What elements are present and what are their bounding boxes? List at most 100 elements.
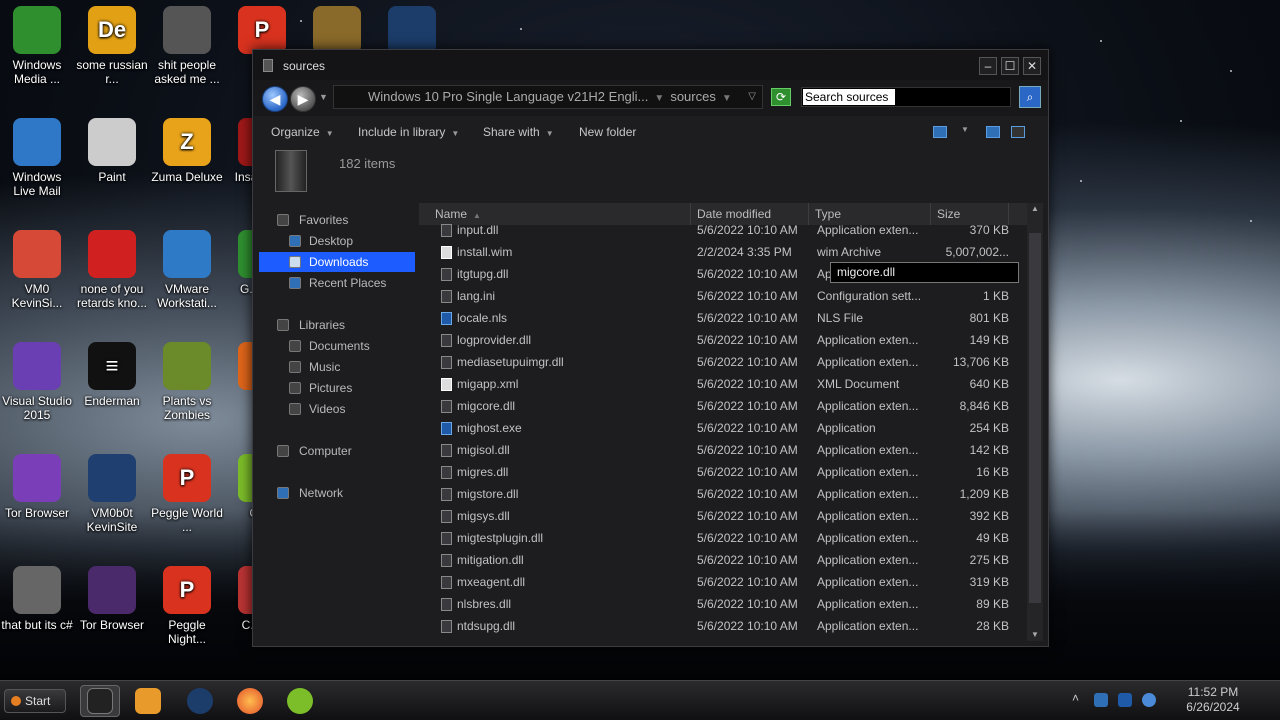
- app-icon: P: [163, 566, 211, 614]
- back-button[interactable]: ◀: [262, 86, 288, 112]
- title-bar[interactable]: sources – ☐ ✕: [253, 50, 1048, 80]
- taskbar-explorer[interactable]: [80, 685, 120, 717]
- desktop-icon[interactable]: Visual Studio 2015: [0, 342, 74, 422]
- libraries-icon: [277, 319, 289, 331]
- chevron-down-icon[interactable]: ▼: [654, 93, 664, 104]
- maximize-button[interactable]: ☐: [1001, 57, 1019, 75]
- file-row[interactable]: mxeagent.dll 5/6/2022 10:10 AM Application…: [419, 571, 1027, 593]
- taskbar-globe[interactable]: [180, 685, 220, 717]
- view-dropdown-icon[interactable]: ▼: [961, 125, 969, 134]
- file-row[interactable]: migtestplugin.dll 5/6/2022 10:10 AM Applic…: [419, 527, 1027, 549]
- desktop-icon[interactable]: Z Zuma Deluxe: [150, 118, 224, 184]
- help-icon[interactable]: [1011, 126, 1025, 138]
- command-bar: Organize ▼ Include in library ▼ Share with…: [253, 120, 1048, 144]
- file-row[interactable]: mighost.exe 5/6/2022 10:10 AM Application 2…: [419, 417, 1027, 439]
- file-row[interactable]: mitigation.dll 5/6/2022 10:10 AM Applicati…: [419, 549, 1027, 571]
- desktop-icon[interactable]: De some russian r...: [75, 6, 149, 86]
- file-row[interactable]: migstore.dll 5/6/2022 10:10 AM Application…: [419, 483, 1027, 505]
- desktop-icon[interactable]: Plants vs Zombies: [150, 342, 224, 422]
- file-row[interactable]: migapp.xml 5/6/2022 10:10 AM XML Document 6…: [419, 373, 1027, 395]
- nav-desktop[interactable]: Desktop: [259, 231, 415, 251]
- scroll-up-icon[interactable]: ▲: [1027, 203, 1043, 215]
- file-row[interactable]: migres.dll 5/6/2022 10:10 AM Application e…: [419, 461, 1027, 483]
- desktop-icon-label: shit people asked me ...: [154, 58, 220, 86]
- scroll-down-icon[interactable]: ▼: [1027, 629, 1043, 641]
- desktop-icon[interactable]: P Peggle Night...: [150, 566, 224, 646]
- new-folder-button[interactable]: New folder: [579, 125, 636, 139]
- file-row[interactable]: migcore.dll 5/6/2022 10:10 AM Application …: [419, 395, 1027, 417]
- nav-computer[interactable]: Computer: [259, 441, 415, 461]
- network-tray-icon[interactable]: [1094, 693, 1108, 707]
- display-tray-icon[interactable]: [1118, 693, 1132, 707]
- file-row[interactable]: migsys.dll 5/6/2022 10:10 AM Application e…: [419, 505, 1027, 527]
- desktop-icon[interactable]: Windows Live Mail: [0, 118, 74, 198]
- nav-libraries[interactable]: Libraries: [259, 315, 415, 335]
- desktop-icon[interactable]: Tor Browser: [75, 566, 149, 632]
- file-size: 370 KB: [969, 223, 1009, 237]
- search-box[interactable]: [801, 87, 1011, 107]
- nav-documents[interactable]: Documents: [259, 336, 415, 356]
- forward-button[interactable]: ▶: [290, 86, 316, 112]
- chevron-down-icon[interactable]: ▼: [722, 93, 732, 104]
- start-button[interactable]: Start: [4, 689, 66, 713]
- breadcrumb-part[interactable]: Windows 10 Pro Single Language v21H2 Eng…: [368, 89, 648, 104]
- change-view-icon[interactable]: [933, 126, 947, 138]
- file-row[interactable]: mediasetupuimgr.dll 5/6/2022 10:10 AM Appl…: [419, 351, 1027, 373]
- app-icon: [163, 6, 211, 54]
- desktop-icon[interactable]: P Peggle World ...: [150, 454, 224, 534]
- include-in-library-menu[interactable]: Include in library ▼: [358, 125, 459, 139]
- chevron-up-icon[interactable]: ˄: [1072, 691, 1079, 705]
- volume-tray-icon[interactable]: [1142, 693, 1156, 707]
- nav-recent-places[interactable]: Recent Places: [259, 273, 415, 293]
- desktop-icon[interactable]: ≡ Enderman: [75, 342, 149, 408]
- minimize-button[interactable]: –: [979, 57, 997, 75]
- preview-pane-icon[interactable]: [986, 126, 1000, 138]
- desktop-icon[interactable]: none of you retards kno...: [75, 230, 149, 310]
- close-button[interactable]: ✕: [1023, 57, 1041, 75]
- address-dropdown-icon[interactable]: ▽: [748, 86, 756, 108]
- file-row[interactable]: ntdsupg.dll 5/6/2022 10:10 AM Application …: [419, 615, 1027, 637]
- desktop-icon[interactable]: shit people asked me ...: [150, 6, 224, 86]
- nav-downloads[interactable]: Downloads: [259, 252, 415, 272]
- file-type: Application exten...: [817, 465, 919, 479]
- file-row[interactable]: locale.nls 5/6/2022 10:10 AM NLS File 801 K…: [419, 307, 1027, 329]
- file-type: Application exten...: [817, 619, 919, 633]
- desktop-icon[interactable]: VM0 KevinSi...: [0, 230, 74, 310]
- file-row[interactable]: logprovider.dll 5/6/2022 10:10 AM Applicat…: [419, 329, 1027, 351]
- nav-music[interactable]: Music: [259, 357, 415, 377]
- file-date: 5/6/2022 10:10 AM: [697, 619, 798, 633]
- file-row[interactable]: nlsbres.dll 5/6/2022 10:10 AM Application …: [419, 593, 1027, 615]
- desktop-icon[interactable]: Windows Media ...: [0, 6, 74, 86]
- scrollbar-thumb[interactable]: [1029, 233, 1041, 603]
- taskbar-firefox[interactable]: [230, 685, 270, 717]
- address-bar[interactable]: Windows 10 Pro Single Language v21H2 Eng…: [333, 85, 763, 109]
- clock[interactable]: 11:52 PM 6/26/2024: [1166, 685, 1260, 715]
- desktop-icon[interactable]: VMware Workstati...: [150, 230, 224, 310]
- file-row[interactable]: migisol.dll 5/6/2022 10:10 AM Application …: [419, 439, 1027, 461]
- desktop-icon[interactable]: that but its c#: [0, 566, 74, 632]
- file-row[interactable]: lang.ini 5/6/2022 10:10 AM Configuration s…: [419, 285, 1027, 307]
- recent-pages-icon[interactable]: ▼: [319, 92, 328, 102]
- star: [1080, 180, 1082, 182]
- file-name: mighost.exe: [457, 421, 522, 435]
- file-type: Application: [817, 421, 876, 435]
- search-input[interactable]: [803, 89, 895, 105]
- music-icon: [289, 361, 301, 373]
- file-row[interactable]: input.dll 5/6/2022 10:10 AM Application ex…: [419, 219, 1027, 241]
- share-with-menu[interactable]: Share with ▼: [483, 125, 554, 139]
- search-icon[interactable]: ⌕: [1019, 86, 1041, 108]
- nav-pictures[interactable]: Pictures: [259, 378, 415, 398]
- taskbar-app[interactable]: [280, 685, 320, 717]
- vertical-scrollbar[interactable]: ▲ ▼: [1027, 203, 1043, 641]
- breadcrumb-part[interactable]: sources: [670, 89, 716, 104]
- nav-network[interactable]: Network: [259, 483, 415, 503]
- desktop-icon[interactable]: VM0b0t KevinSite: [75, 454, 149, 534]
- desktop-icon[interactable]: Tor Browser: [0, 454, 74, 520]
- refresh-button[interactable]: ⟳: [771, 88, 791, 106]
- desktop-icon[interactable]: Paint: [75, 118, 149, 184]
- organize-menu[interactable]: Organize ▼: [271, 125, 334, 139]
- file-row[interactable]: install.wim 2/2/2024 3:35 PM wim Archive 5,…: [419, 241, 1027, 263]
- nav-videos[interactable]: Videos: [259, 399, 415, 419]
- taskbar-media-player[interactable]: [128, 685, 168, 717]
- nav-favorites[interactable]: Favorites: [259, 210, 415, 230]
